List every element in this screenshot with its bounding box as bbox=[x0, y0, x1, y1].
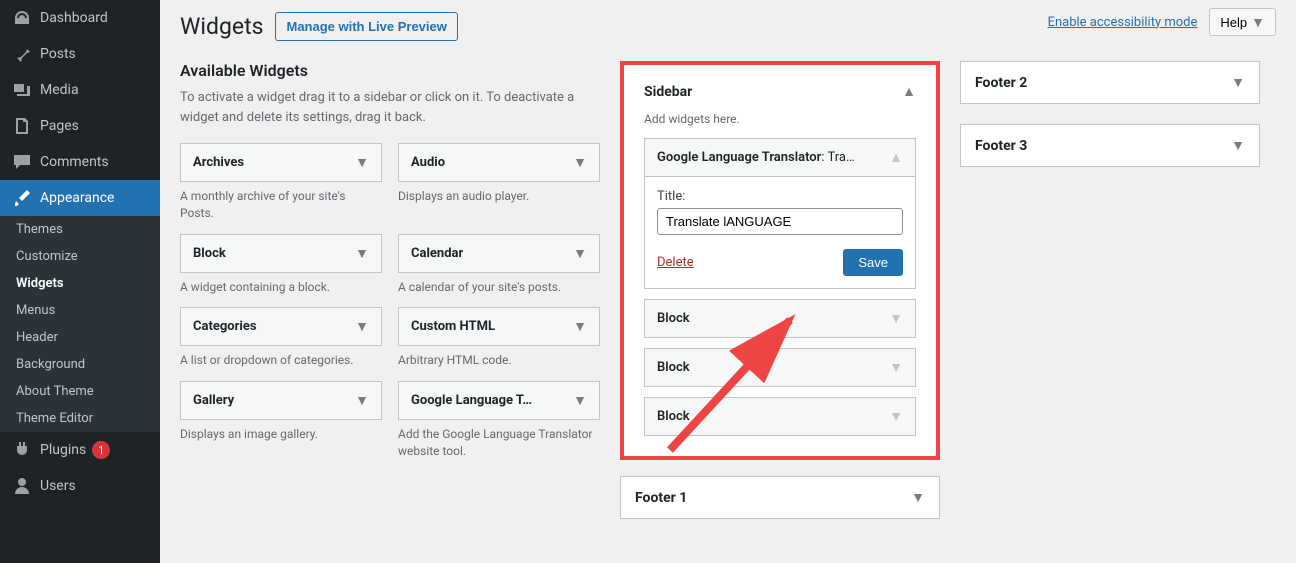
menu-label: Plugins bbox=[40, 442, 86, 458]
placed-widget-header[interactable]: Block▼ bbox=[645, 349, 915, 386]
caret-down-icon: ▼ bbox=[355, 392, 369, 409]
widget-desc: A monthly archive of your site's Posts. bbox=[180, 188, 382, 222]
menu-comments[interactable]: Comments bbox=[0, 144, 160, 180]
area-footer3-header[interactable]: Footer 3▼ bbox=[961, 125, 1259, 166]
dashboard-icon bbox=[12, 8, 32, 28]
widget-desc: Displays an image gallery. bbox=[180, 426, 382, 443]
comment-icon bbox=[12, 152, 32, 172]
plugin-update-badge: 1 bbox=[92, 441, 110, 459]
widget-calendar[interactable]: Calendar▼ bbox=[398, 234, 600, 273]
widget-title-input[interactable] bbox=[657, 208, 903, 235]
caret-down-icon: ▼ bbox=[355, 154, 369, 171]
area-hint: Add widgets here. bbox=[644, 112, 916, 126]
caret-down-icon: ▼ bbox=[573, 392, 587, 409]
area-sidebar-header[interactable]: Sidebar▲ bbox=[630, 71, 930, 112]
tutorial-highlight: Sidebar▲ Add widgets here. Google Langua… bbox=[620, 61, 940, 460]
widget-desc: Add the Google Language Translator websi… bbox=[398, 426, 600, 460]
submenu-menus[interactable]: Menus bbox=[0, 297, 160, 324]
menu-label: Users bbox=[40, 478, 76, 494]
media-icon bbox=[12, 80, 32, 100]
widget-categories[interactable]: Categories▼ bbox=[180, 307, 382, 346]
caret-down-icon: ▼ bbox=[573, 245, 587, 262]
placed-widget-block: Block▼ bbox=[644, 299, 916, 338]
submenu-header[interactable]: Header bbox=[0, 324, 160, 351]
brush-icon bbox=[12, 188, 32, 208]
manage-live-preview-button[interactable]: Manage with Live Preview bbox=[275, 12, 457, 41]
caret-down-icon: ▼ bbox=[889, 359, 903, 376]
menu-label: Pages bbox=[40, 118, 79, 134]
menu-users[interactable]: Users bbox=[0, 468, 160, 504]
caret-up-icon: ▲ bbox=[889, 149, 903, 166]
menu-appearance[interactable]: Appearance bbox=[0, 180, 160, 216]
menu-label: Media bbox=[40, 82, 79, 98]
widget-desc: Arbitrary HTML code. bbox=[398, 352, 600, 369]
widget-gallery[interactable]: Gallery▼ bbox=[180, 381, 382, 420]
page-title: Widgets bbox=[180, 13, 263, 40]
caret-down-icon: ▼ bbox=[573, 154, 587, 171]
delete-widget-link[interactable]: Delete bbox=[657, 255, 694, 270]
accessibility-mode-link[interactable]: Enable accessibility mode bbox=[1048, 15, 1198, 30]
menu-posts[interactable]: Posts bbox=[0, 36, 160, 72]
placed-widget-glt: Google Language Translator: Tra…▲ Title:… bbox=[644, 138, 916, 289]
caret-down-icon: ▼ bbox=[1231, 74, 1245, 91]
submenu-themes[interactable]: Themes bbox=[0, 216, 160, 243]
pages-icon bbox=[12, 116, 32, 136]
submenu-about-theme[interactable]: About Theme bbox=[0, 378, 160, 405]
caret-down-icon: ▼ bbox=[889, 408, 903, 425]
widget-archives[interactable]: Archives▼ bbox=[180, 143, 382, 182]
help-button[interactable]: Help▼ bbox=[1209, 8, 1276, 36]
placed-widget-block: Block▼ bbox=[644, 348, 916, 387]
submenu-theme-editor[interactable]: Theme Editor bbox=[0, 405, 160, 432]
submenu-widgets[interactable]: Widgets bbox=[0, 270, 160, 297]
appearance-submenu: Themes Customize Widgets Menus Header Ba… bbox=[0, 216, 160, 432]
menu-dashboard[interactable]: Dashboard bbox=[0, 0, 160, 36]
menu-label: Dashboard bbox=[40, 10, 108, 26]
widget-desc: Displays an audio player. bbox=[398, 188, 600, 205]
pin-icon bbox=[12, 44, 32, 64]
widget-google-translator[interactable]: Google Language T…▼ bbox=[398, 381, 600, 420]
submenu-background[interactable]: Background bbox=[0, 351, 160, 378]
caret-down-icon: ▼ bbox=[355, 245, 369, 262]
plugin-icon bbox=[12, 440, 32, 460]
placed-widget-block: Block▼ bbox=[644, 397, 916, 436]
caret-down-icon: ▼ bbox=[573, 318, 587, 335]
caret-down-icon: ▼ bbox=[1251, 14, 1265, 30]
menu-label: Posts bbox=[40, 46, 76, 62]
area-footer1-header[interactable]: Footer 1▼ bbox=[621, 477, 939, 518]
placed-widget-header[interactable]: Block▼ bbox=[645, 300, 915, 337]
menu-media[interactable]: Media bbox=[0, 72, 160, 108]
widget-desc: A calendar of your site's posts. bbox=[398, 279, 600, 296]
menu-plugins[interactable]: Plugins 1 bbox=[0, 432, 160, 468]
placed-widget-header[interactable]: Google Language Translator: Tra…▲ bbox=[645, 139, 915, 176]
menu-pages[interactable]: Pages bbox=[0, 108, 160, 144]
widget-audio[interactable]: Audio▼ bbox=[398, 143, 600, 182]
widget-desc: A widget containing a block. bbox=[180, 279, 382, 296]
user-icon bbox=[12, 476, 32, 496]
widget-block[interactable]: Block▼ bbox=[180, 234, 382, 273]
title-field-label: Title: bbox=[657, 189, 903, 204]
placed-widget-header[interactable]: Block▼ bbox=[645, 398, 915, 435]
save-widget-button[interactable]: Save bbox=[843, 249, 903, 276]
submenu-customize[interactable]: Customize bbox=[0, 243, 160, 270]
caret-up-icon: ▲ bbox=[902, 83, 916, 100]
caret-down-icon: ▼ bbox=[1231, 137, 1245, 154]
caret-down-icon: ▼ bbox=[355, 318, 369, 335]
menu-label: Comments bbox=[40, 154, 109, 170]
area-footer2-header[interactable]: Footer 2▼ bbox=[961, 62, 1259, 103]
widget-desc: A list or dropdown of categories. bbox=[180, 352, 382, 369]
caret-down-icon: ▼ bbox=[911, 489, 925, 506]
available-widgets-heading: Available Widgets bbox=[180, 61, 600, 80]
menu-label: Appearance bbox=[40, 190, 114, 206]
available-widgets-desc: To activate a widget drag it to a sideba… bbox=[180, 88, 600, 127]
caret-down-icon: ▼ bbox=[889, 310, 903, 327]
widget-custom-html[interactable]: Custom HTML▼ bbox=[398, 307, 600, 346]
